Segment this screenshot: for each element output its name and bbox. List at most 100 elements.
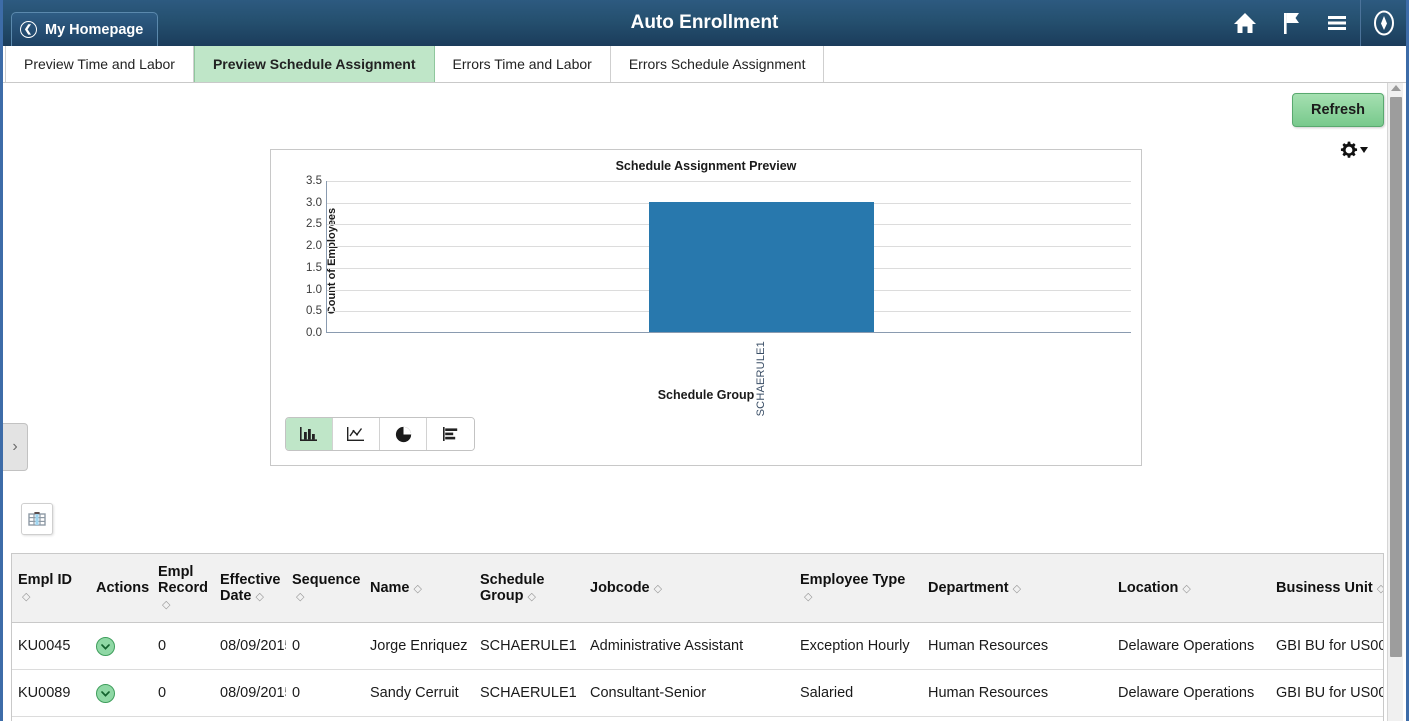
sort-icon[interactable]: ◇ [255, 590, 263, 603]
tab-preview-schedule-assignment[interactable]: Preview Schedule Assignment [193, 46, 435, 82]
tab-bar: Preview Time and Labor Preview Schedule … [3, 46, 1406, 83]
chart-panel: Schedule Assignment Preview Count of Emp… [270, 149, 1142, 466]
cell-employee-type: Exception Hourly [794, 622, 922, 670]
sort-icon[interactable]: ◇ [1182, 582, 1190, 595]
sidebar-expand-handle[interactable]: › [3, 423, 28, 471]
cell-location: Delaware Operations [1112, 669, 1270, 717]
page-header: ❮ My Homepage Auto Enrollment [3, 0, 1406, 46]
y-tick: 0.0 [306, 327, 322, 339]
cell-effective-date: 08/09/2015 [214, 622, 286, 670]
my-homepage-button[interactable]: ❮ My Homepage [11, 12, 159, 46]
column-header-department[interactable]: Department ◇ [922, 554, 1112, 623]
x-tick-label: SCHAERULE1 [754, 341, 767, 417]
chevron-down-icon [1360, 147, 1368, 153]
cell-name: Sandy Cerruit [364, 669, 474, 717]
tab-errors-time-and-labor[interactable]: Errors Time and Labor [434, 46, 611, 82]
results-grid: Empl ID◇ Actions Empl Record◇ Effective … [11, 553, 1384, 721]
cell-employee-type: Salaried [794, 669, 922, 717]
table-header-row: Empl ID◇ Actions Empl Record◇ Effective … [12, 554, 1383, 623]
column-header-business-unit[interactable]: Business Unit◇ [1270, 554, 1383, 623]
cell-department: Human Resources [922, 622, 1112, 670]
cell-empl-record: 0 [152, 622, 214, 670]
header-icon-group [1222, 0, 1406, 46]
settings-menu-button[interactable] [1340, 141, 1368, 159]
cell-business-unit: GBI BU for US003 [1270, 669, 1383, 717]
y-tick: 1.5 [306, 261, 322, 274]
column-header-empl-record[interactable]: Empl Record◇ [152, 554, 214, 623]
column-header-effective-date[interactable]: Effective Date ◇ [214, 554, 286, 623]
sort-icon[interactable]: ◇ [804, 590, 812, 603]
tab-errors-schedule-assignment[interactable]: Errors Schedule Assignment [610, 46, 825, 82]
page-title: Auto Enrollment [630, 12, 779, 33]
chevron-down-circle-icon[interactable] [96, 636, 115, 656]
column-header-name[interactable]: Name ◇ [364, 554, 474, 623]
chevron-down-circle-icon[interactable] [96, 683, 115, 703]
chart-title: Schedule Assignment Preview [615, 159, 797, 173]
y-tick: 3.5 [306, 175, 322, 187]
y-tick: 1.0 [306, 283, 322, 296]
chart-plot-area [326, 181, 1131, 333]
sort-icon[interactable]: ◇ [22, 590, 30, 603]
line-chart-icon[interactable] [333, 418, 380, 450]
vertical-scrollbar[interactable] [1387, 83, 1403, 721]
y-tick: 2.5 [306, 218, 322, 231]
scroll-up-arrow-icon[interactable] [1391, 85, 1401, 91]
home-icon[interactable] [1222, 0, 1268, 46]
refresh-button[interactable]: Refresh [1292, 93, 1384, 127]
sort-icon[interactable]: ◇ [1013, 582, 1021, 595]
column-header-jobcode[interactable]: Jobcode ◇ [584, 554, 794, 623]
cell-schedule-group: SCHAERULE1 [474, 669, 584, 717]
cell-actions [90, 622, 152, 670]
my-homepage-label: My Homepage [45, 21, 144, 38]
compass-navigator-icon[interactable] [1360, 0, 1406, 46]
column-header-actions: Actions [90, 554, 152, 623]
column-header-empl-id[interactable]: Empl ID◇ [12, 554, 90, 623]
y-tick: 0.5 [306, 305, 322, 318]
page-body: Refresh › Schedule Assignment Preview Co… [3, 83, 1406, 721]
bar-chart-icon[interactable] [286, 418, 333, 450]
sort-icon[interactable]: ◇ [1377, 582, 1383, 595]
sort-icon[interactable]: ◇ [296, 590, 304, 603]
bar-series-0[interactable] [649, 201, 874, 332]
cell-sequence: 0 [286, 622, 364, 670]
chevron-right-icon: › [12, 438, 18, 455]
chart-x-axis-label: Schedule Group [657, 388, 755, 402]
y-tick: 3.0 [306, 196, 322, 209]
cell-jobcode: Consultant-Senior [584, 669, 794, 717]
grid-chart-toggle-icon[interactable] [21, 503, 53, 535]
gear-icon [1340, 141, 1358, 158]
cell-schedule-group: SCHAERULE1 [474, 622, 584, 670]
chart-plot-wrapper: Count of Employees 3.5 3.0 2.5 2.0 1.5 1… [277, 175, 1135, 416]
chart-y-tick-group: 3.5 3.0 2.5 2.0 1.5 1.0 0.5 0.0 [295, 175, 325, 339]
column-header-schedule-group[interactable]: Schedule Group ◇ [474, 554, 584, 623]
cell-actions [90, 669, 152, 717]
table-row[interactable]: KU0045 0 08/09/2015 0 Jorge Enriquez SCH… [12, 622, 1383, 670]
cell-jobcode: Administrative Assistant [584, 622, 794, 670]
cell-department: Human Resources [922, 669, 1112, 717]
table-row[interactable]: KU0089 0 08/09/2015 0 Sandy Cerruit SCHA… [12, 669, 1383, 717]
horizontal-bar-chart-icon[interactable] [427, 418, 474, 450]
cell-empl-id: KU0045 [12, 622, 90, 670]
hamburger-menu-icon[interactable] [1314, 0, 1360, 46]
cell-sequence: 0 [286, 669, 364, 717]
cell-empl-record: 0 [152, 669, 214, 717]
chart-type-toggle-group [285, 417, 475, 451]
sort-icon[interactable]: ◇ [654, 582, 662, 595]
pie-chart-icon[interactable] [380, 418, 427, 450]
tab-preview-time-and-labor[interactable]: Preview Time and Labor [5, 46, 194, 82]
column-header-employee-type[interactable]: Employee Type◇ [794, 554, 922, 623]
chevron-left-icon: ❮ [20, 21, 37, 38]
sort-icon[interactable]: ◇ [414, 582, 422, 595]
column-header-sequence[interactable]: Sequence◇ [286, 554, 364, 623]
sort-icon[interactable]: ◇ [162, 598, 170, 611]
action-toolbar: Refresh [1292, 93, 1384, 159]
sort-icon[interactable]: ◇ [528, 590, 536, 603]
application-window: ❮ My Homepage Auto Enrollment Preview Ti… [0, 0, 1409, 721]
flag-icon[interactable] [1268, 0, 1314, 46]
cell-empl-id: KU0089 [12, 669, 90, 717]
column-header-location[interactable]: Location ◇ [1112, 554, 1270, 623]
cell-business-unit: GBI BU for US003 [1270, 622, 1383, 670]
cell-effective-date: 08/09/2015 [214, 669, 286, 717]
scrollbar-thumb[interactable] [1390, 97, 1402, 657]
y-tick: 2.0 [306, 240, 322, 253]
